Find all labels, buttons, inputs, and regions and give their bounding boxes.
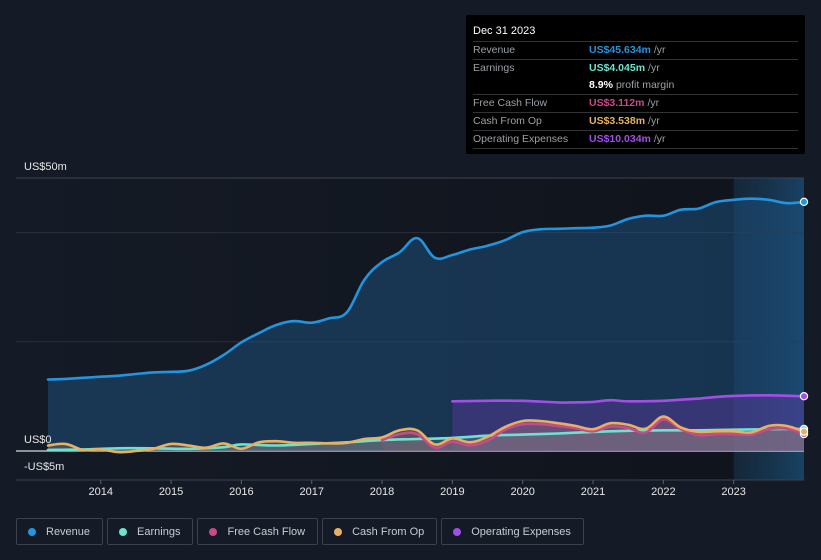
tooltip-unit: /yr bbox=[648, 62, 660, 74]
tooltip-row-earnings: Earnings US$4.045m /yr bbox=[473, 60, 798, 77]
tooltip-row-cash-from-op: Cash From Op US$3.538m /yr bbox=[473, 113, 798, 131]
tooltip-row-revenue: Revenue US$45.634m /yr bbox=[473, 42, 798, 60]
x-tick-label: 2017 bbox=[299, 486, 323, 498]
tooltip-label: Operating Expenses bbox=[473, 133, 569, 145]
legend-item-operating-expenses[interactable]: Operating Expenses bbox=[441, 518, 584, 545]
tooltip-label: Revenue bbox=[473, 44, 516, 56]
revenue-endpoint bbox=[799, 197, 809, 207]
tooltip-row-free-cash-flow: Free Cash Flow US$3.112m /yr bbox=[473, 95, 798, 113]
legend-label: Cash From Op bbox=[352, 525, 425, 538]
legend-label: Free Cash Flow bbox=[227, 525, 306, 538]
legend-dot-icon bbox=[453, 527, 462, 536]
x-tick-label: 2022 bbox=[651, 486, 675, 498]
profit-margin-label: profit margin bbox=[615, 79, 675, 91]
legend-label: Operating Expenses bbox=[471, 525, 571, 538]
legend-item-revenue[interactable]: Revenue bbox=[16, 518, 104, 545]
legend-dot-icon bbox=[119, 527, 128, 536]
x-tick-label: 2015 bbox=[159, 486, 183, 498]
legend-label: Revenue bbox=[46, 525, 91, 538]
tooltip-unit: /yr bbox=[647, 97, 660, 109]
tooltip-date: Dec 31 2023 bbox=[473, 23, 798, 42]
tooltip-value: US$10.034m bbox=[589, 133, 651, 145]
tooltip-label bbox=[473, 77, 589, 94]
tooltip-label: Cash From Op bbox=[473, 115, 542, 127]
x-tick-label: 2020 bbox=[510, 486, 534, 498]
tooltip-row-profit-margin: 8.9% profit margin bbox=[473, 77, 798, 95]
legend-item-free-cash-flow[interactable]: Free Cash Flow bbox=[197, 518, 319, 545]
legend-dot-icon bbox=[28, 527, 36, 536]
tooltip-value: US$4.045m bbox=[589, 62, 646, 74]
chart-legend: Revenue Earnings Free Cash Flow Cash Fro… bbox=[16, 518, 584, 545]
x-tick-label: 2014 bbox=[89, 486, 113, 498]
tooltip-panel: Dec 31 2023 Revenue US$45.634m /yr Earni… bbox=[466, 15, 805, 154]
y-tick-label: -US$5m bbox=[24, 461, 64, 473]
x-tick-label: 2016 bbox=[229, 486, 253, 498]
x-tick-label: 2023 bbox=[721, 486, 745, 498]
legend-label: Earnings bbox=[137, 525, 181, 538]
profit-margin-value: 8.9% bbox=[589, 79, 613, 91]
y-tick-label: US$50m bbox=[24, 161, 67, 173]
x-tick-label: 2021 bbox=[581, 486, 605, 498]
tooltip-unit: /yr bbox=[653, 44, 666, 56]
tooltip-value: US$3.538m bbox=[589, 115, 646, 127]
tooltip-label: Earnings bbox=[473, 62, 515, 74]
legend-item-cash-from-op[interactable]: Cash From Op bbox=[322, 518, 438, 545]
operating-expenses-endpoint bbox=[799, 392, 809, 401]
x-tick-label: 2019 bbox=[440, 486, 464, 498]
y-tick-label: US$0 bbox=[24, 434, 52, 446]
legend-dot-icon bbox=[209, 527, 218, 536]
tooltip-value: US$3.112m bbox=[589, 97, 645, 109]
legend-item-earnings[interactable]: Earnings bbox=[107, 518, 194, 545]
tooltip-value: US$45.634m bbox=[589, 44, 651, 56]
tooltip-unit: /yr bbox=[653, 133, 666, 145]
cash-from-op-endpoint bbox=[799, 427, 809, 436]
tooltip-row-operating-expenses: Operating Expenses US$10.034m /yr bbox=[473, 131, 798, 149]
tooltip-label: Free Cash Flow bbox=[473, 97, 548, 109]
tooltip-unit: /yr bbox=[648, 115, 660, 127]
legend-dot-icon bbox=[334, 527, 343, 536]
x-tick-label: 2018 bbox=[370, 486, 394, 498]
